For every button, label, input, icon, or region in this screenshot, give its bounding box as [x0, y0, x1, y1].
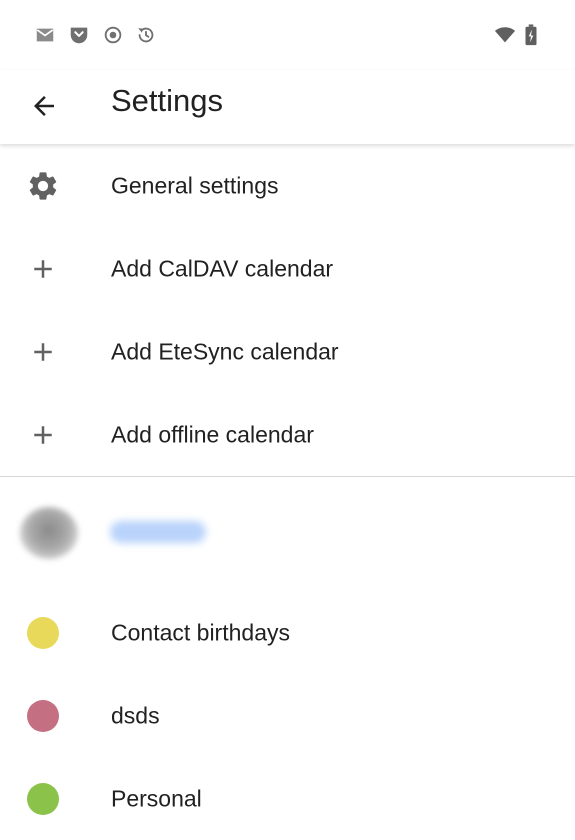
add-etesync-calendar-item[interactable]: Add EteSync calendar	[0, 310, 575, 393]
add-caldav-calendar-item[interactable]: Add CalDAV calendar	[0, 227, 575, 310]
calendar-item-personal[interactable]: Personal	[0, 757, 575, 840]
plus-icon	[26, 335, 60, 369]
calendar-item-contact-birthdays[interactable]: Contact birthdays	[0, 591, 575, 674]
plus-icon	[26, 418, 60, 452]
account-header: account	[0, 477, 575, 591]
calendar-label: dsds	[111, 702, 160, 728]
battery-icon	[523, 24, 539, 46]
status-bar	[0, 0, 575, 70]
pocket-icon	[68, 24, 90, 46]
add-etesync-calendar-label: Add EteSync calendar	[111, 338, 339, 364]
record-icon	[102, 24, 124, 46]
arrow-back-icon	[29, 91, 59, 121]
add-offline-calendar-label: Add offline calendar	[111, 421, 314, 447]
app-bar: Settings	[0, 70, 575, 144]
mail-icon	[34, 24, 56, 46]
calendar-label: Personal	[111, 785, 202, 811]
settings-list: General settings Add CalDAV calendar Add…	[0, 144, 575, 840]
plus-icon	[26, 252, 60, 286]
general-settings-label: General settings	[111, 172, 279, 198]
add-offline-calendar-item[interactable]: Add offline calendar	[0, 393, 575, 476]
wifi-icon	[493, 24, 517, 46]
back-button[interactable]	[22, 84, 66, 128]
calendar-item-dsds[interactable]: dsds	[0, 674, 575, 757]
avatar	[20, 507, 78, 559]
calendar-label: Contact birthdays	[111, 619, 290, 645]
calendar-color-dot	[27, 616, 59, 649]
general-settings-item[interactable]: General settings	[0, 144, 575, 227]
gear-icon	[26, 169, 60, 203]
account-name: account	[110, 521, 206, 543]
calendar-color-dot	[27, 699, 59, 732]
page-title: Settings	[111, 83, 224, 118]
add-caldav-calendar-label: Add CalDAV calendar	[111, 255, 334, 281]
sync-icon	[135, 24, 157, 46]
calendar-color-dot	[27, 782, 59, 815]
